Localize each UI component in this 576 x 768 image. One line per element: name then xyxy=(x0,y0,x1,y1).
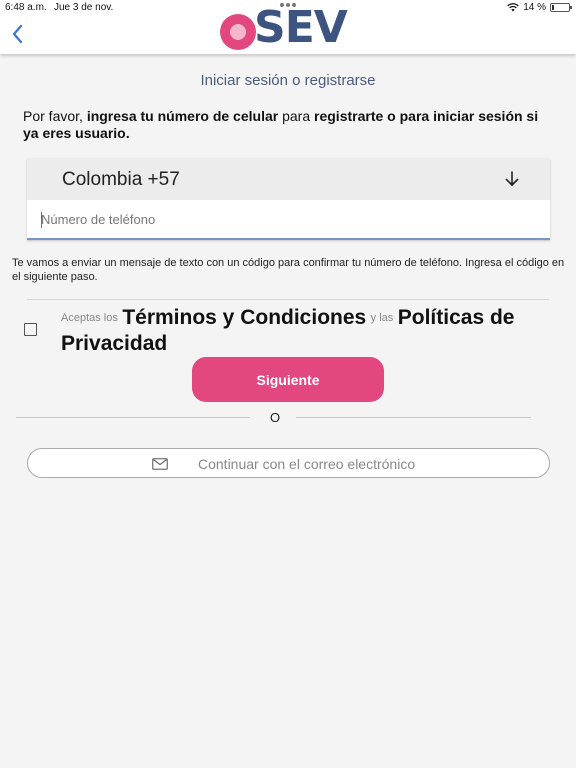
battery-level xyxy=(552,5,554,10)
country-select[interactable]: Colombia +57 xyxy=(27,158,550,200)
terms-prefix: Aceptas los xyxy=(61,312,118,324)
intro-part-2: ingresa tu número de celular xyxy=(86,108,279,124)
text-caret xyxy=(41,212,42,228)
mail-icon xyxy=(152,458,168,470)
terms-checkbox[interactable] xyxy=(24,323,37,336)
sms-info-text: Te vamos a enviar un mensaje de texto co… xyxy=(12,257,565,283)
intro-text: Por favor, ingresa tu número de celular … xyxy=(23,108,553,142)
status-bar: 6:48 a.m. Jue 3 de nov. 14 % xyxy=(0,0,576,16)
terms-connector: y las xyxy=(370,312,394,324)
arrow-down-icon xyxy=(505,171,519,186)
status-date: Jue 3 de nov. xyxy=(54,2,114,13)
multitasking-dots-icon[interactable] xyxy=(280,3,296,7)
terms-link[interactable]: Términos y Condiciones xyxy=(122,306,366,329)
chevron-left-icon xyxy=(12,24,23,44)
country-label: Colombia +57 xyxy=(62,169,180,190)
battery-text: 14 % xyxy=(523,2,546,13)
divider-left xyxy=(16,417,250,418)
wifi-icon xyxy=(507,3,519,12)
sev-logo: SEV xyxy=(220,6,354,54)
terms-text: Aceptas los Términos y Condiciones y las… xyxy=(61,306,541,358)
back-button[interactable] xyxy=(8,22,28,46)
status-right: 14 % xyxy=(507,2,572,13)
email-button-label: Continuar con el correo electrónico xyxy=(198,456,416,472)
phone-number-input[interactable] xyxy=(27,200,550,240)
divider-right xyxy=(296,417,531,418)
battery-icon xyxy=(550,3,572,12)
divider xyxy=(27,299,549,300)
next-button[interactable]: Siguiente xyxy=(192,357,384,402)
phone-form: Colombia +57 xyxy=(27,158,550,240)
page-title: Iniciar sesión o registrarse xyxy=(200,72,376,89)
status-time: 6:48 a.m. xyxy=(5,2,47,13)
or-separator: O xyxy=(270,410,281,425)
intro-part-3: para xyxy=(278,108,315,124)
intro-part-1: Por favor, xyxy=(23,108,87,124)
logo-mark xyxy=(220,14,256,50)
continue-with-email-button[interactable]: Continuar con el correo electrónico xyxy=(27,448,550,478)
